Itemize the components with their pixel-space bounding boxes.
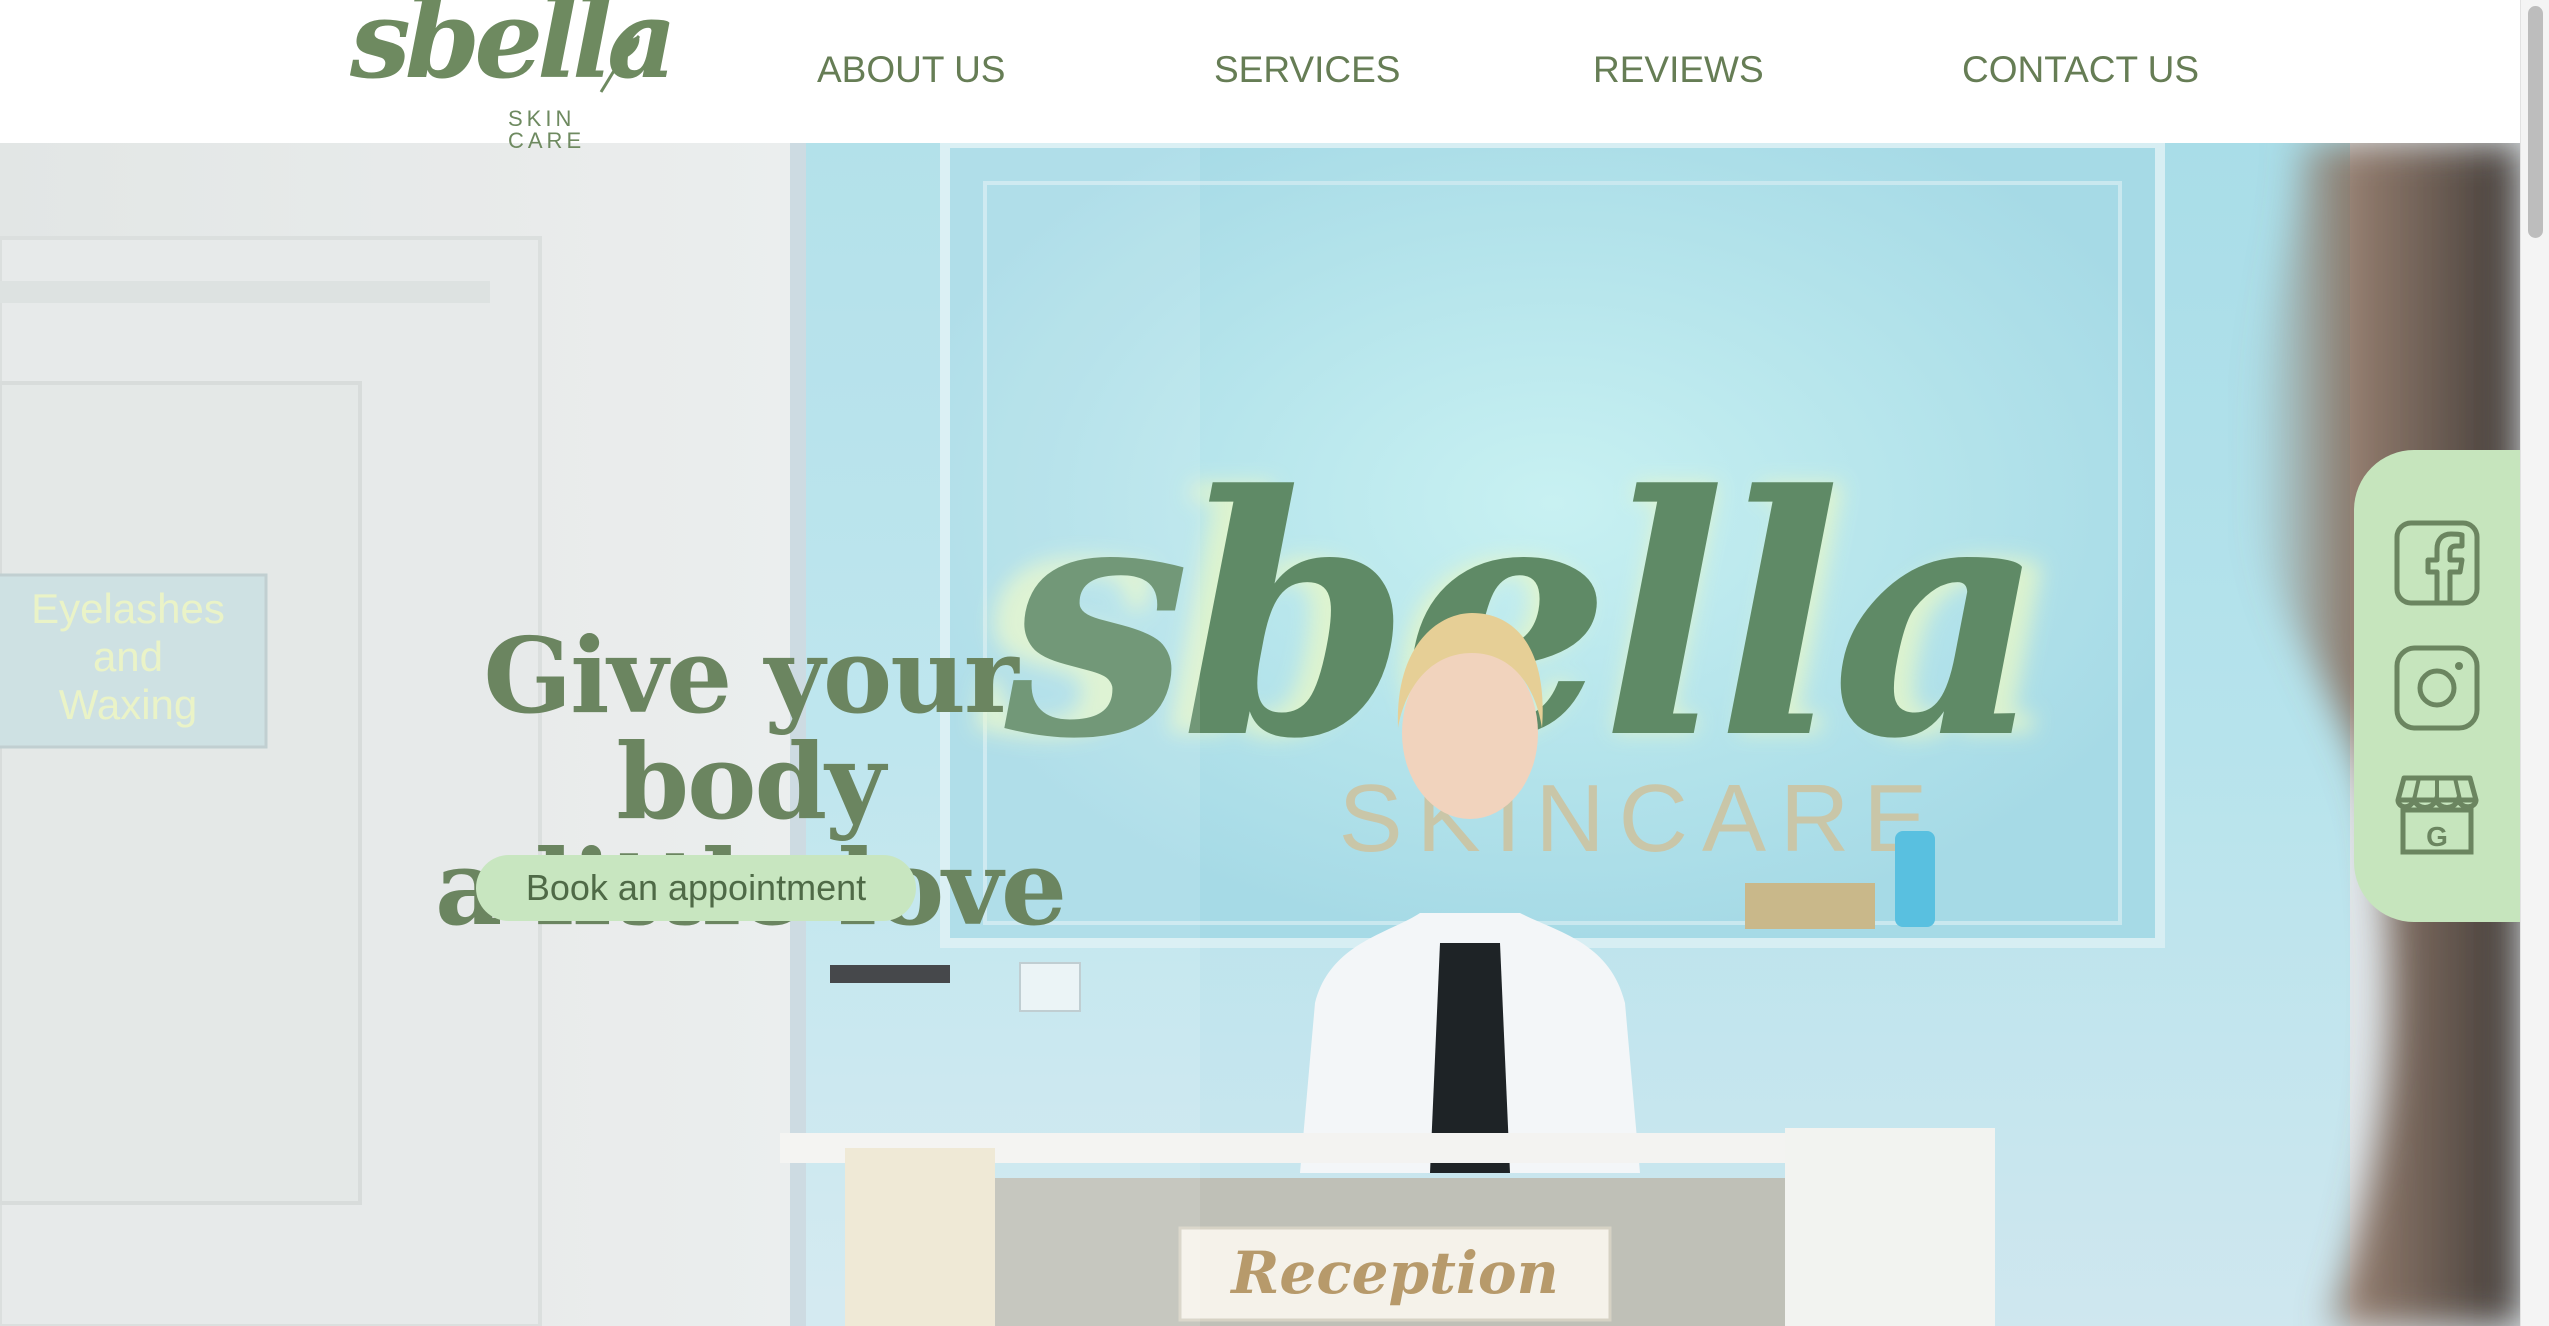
site-header: sbella SKIN CARE ABOUT US SERVICES REVIE… <box>0 0 2520 152</box>
book-appointment-button[interactable]: Book an appointment <box>476 855 916 921</box>
scrollbar-thumb[interactable] <box>2528 6 2543 238</box>
nav-about-us[interactable]: ABOUT US <box>817 48 1005 92</box>
main-nav: ABOUT US SERVICES REVIEWS CONTACT US <box>0 48 2520 92</box>
nav-contact-us[interactable]: CONTACT US <box>1962 48 2199 92</box>
svg-text:Reception: Reception <box>1229 1239 1559 1307</box>
social-links-rail: G <box>2354 450 2520 922</box>
svg-text:G: G <box>2426 821 2448 852</box>
facebook-icon <box>2394 520 2480 606</box>
logo-tagline: SKIN CARE <box>508 106 586 153</box>
google-business-link[interactable]: G <box>2394 770 2480 856</box>
hero-headline-line-1: Give your body <box>483 614 1018 843</box>
nav-reviews[interactable]: REVIEWS <box>1593 48 1764 92</box>
page-scrollbar[interactable] <box>2520 0 2549 1326</box>
instagram-link[interactable] <box>2394 645 2480 731</box>
hero-section: Eyelashes and Waxing sbella sbella SKINC… <box>0 143 2520 1326</box>
page: sbella SKIN CARE ABOUT US SERVICES REVIE… <box>0 0 2549 1326</box>
google-business-icon: G <box>2395 775 2479 855</box>
nav-services[interactable]: SERVICES <box>1214 48 1400 92</box>
instagram-icon <box>2394 645 2480 731</box>
facebook-link[interactable] <box>2394 520 2480 606</box>
